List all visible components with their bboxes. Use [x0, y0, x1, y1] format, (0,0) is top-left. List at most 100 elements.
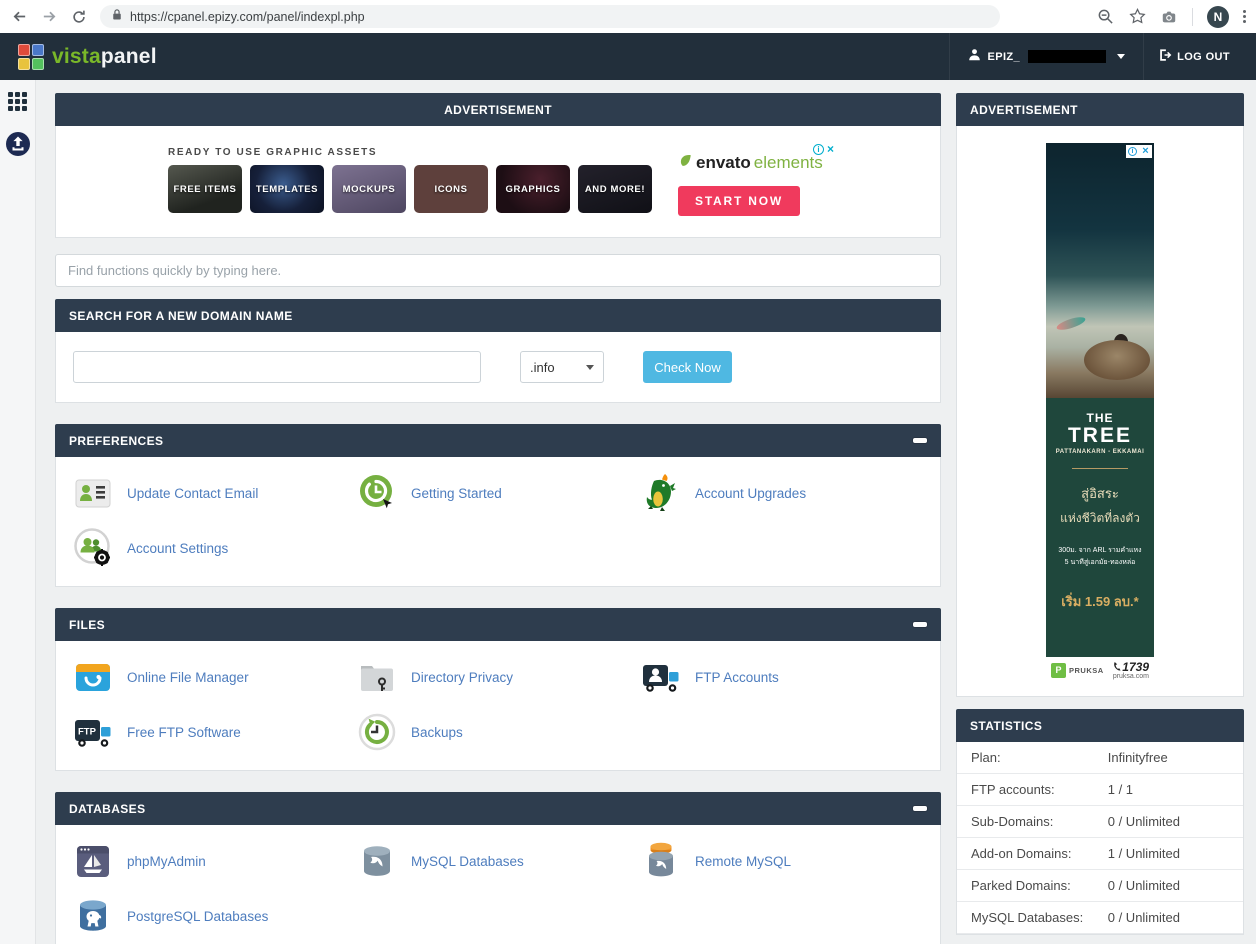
stats-row-sub-domains: Sub-Domains:0 / Unlimited [957, 806, 1243, 838]
collapse-minus-icon[interactable] [913, 622, 927, 627]
tile-mockups[interactable]: MOCKUPS [332, 165, 406, 213]
refresh-icon[interactable] [70, 8, 88, 26]
user-icon [968, 48, 981, 66]
item-postgresql-databases[interactable]: PostgreSQL Databases [72, 895, 356, 937]
screenshot-camera-icon[interactable] [1160, 8, 1178, 26]
user-menu[interactable]: EPIZ_ [949, 33, 1145, 80]
domain-name-input[interactable] [73, 351, 481, 383]
check-now-button[interactable]: Check Now [643, 351, 732, 383]
postgresql-elephant-icon [72, 895, 114, 937]
forward-icon[interactable] [40, 8, 58, 26]
stats-row-parked-domains: Parked Domains:0 / Unlimited [957, 870, 1243, 902]
apps-grid-icon[interactable] [8, 92, 27, 111]
profile-avatar[interactable]: N [1207, 6, 1229, 28]
item-phpmyadmin[interactable]: phpMyAdmin [72, 840, 356, 882]
pruksa-logo-icon: P [1051, 663, 1066, 678]
file-box-icon [72, 656, 114, 698]
banner-kicker: READY TO USE GRAPHIC ASSETS [168, 147, 652, 158]
stats-row-plan: Plan:Infinityfree [957, 742, 1243, 774]
preferences-header: PREFERENCES [55, 424, 941, 457]
ad-info-icon[interactable]: i [813, 144, 824, 155]
bookmark-star-icon[interactable] [1128, 8, 1146, 26]
back-icon[interactable] [10, 8, 28, 26]
tile-icons[interactable]: ICONS [414, 165, 488, 213]
preferences-section: PREFERENCES Update Contact Email Getting… [55, 424, 941, 587]
folder-key-icon [356, 656, 398, 698]
tld-selected-value: .info [530, 360, 555, 375]
phpmyadmin-sailboat-icon [72, 840, 114, 882]
username-prefix: EPIZ_ [988, 51, 1021, 63]
getting-started-icon [356, 472, 398, 514]
item-ftp-accounts[interactable]: FTP Accounts [640, 656, 924, 698]
databases-section: DATABASES phpMyAdmin MySQL Databases [55, 792, 941, 944]
item-backups[interactable]: Backups [356, 711, 640, 753]
item-mysql-databases[interactable]: MySQL Databases [356, 840, 640, 882]
pruksa-logo: P PRUKSA [1051, 663, 1104, 678]
mysql-cylinder-icon [356, 840, 398, 882]
brand-wordmark: vistapanel [52, 45, 157, 69]
nest-graphic [1084, 340, 1150, 380]
gold-divider [1072, 468, 1128, 469]
browser-menu-icon[interactable] [1243, 10, 1246, 23]
lock-icon [112, 8, 122, 26]
ad-phone-number: 1739 [1113, 661, 1149, 673]
feather-graphic [1055, 315, 1086, 333]
username-redaction-bar [1028, 50, 1106, 63]
tld-select[interactable]: .info [520, 351, 604, 383]
item-remote-mysql[interactable]: Remote MySQL [640, 840, 924, 882]
ad-close-icon[interactable]: × [827, 143, 834, 155]
statistics-header: STATISTICS [956, 709, 1244, 742]
ad-close-icon[interactable]: × [1139, 145, 1152, 158]
item-online-file-manager[interactable]: Online File Manager [72, 656, 356, 698]
tile-templates[interactable]: TEMPLATES [250, 165, 324, 213]
logout-button[interactable]: LOG OUT [1144, 33, 1244, 80]
logo-squares-icon [18, 44, 44, 70]
banner-tiles: FREE ITEMS TEMPLATES MOCKUPS ICONS GRAPH… [168, 165, 652, 213]
backup-clock-icon [356, 711, 398, 753]
property-ad-photo: i × [1046, 143, 1154, 398]
logout-label: LOG OUT [1177, 51, 1230, 63]
item-account-upgrades[interactable]: Account Upgrades [640, 472, 924, 514]
ad-info-icon[interactable]: i [1126, 145, 1139, 158]
upload-icon[interactable] [5, 131, 31, 162]
item-free-ftp-software[interactable]: FTP Free FTP Software [72, 711, 356, 753]
main-ad-panel: READY TO USE GRAPHIC ASSETS FREE ITEMS T… [55, 126, 941, 238]
domain-search-section: SEARCH FOR A NEW DOMAIN NAME .info Check… [55, 299, 941, 403]
domain-search-header: SEARCH FOR A NEW DOMAIN NAME [55, 299, 941, 332]
chevron-down-icon [1117, 54, 1125, 59]
tile-graphics[interactable]: GRAPHICS [496, 165, 570, 213]
url-bar[interactable]: https://cpanel.epizy.com/panel/indexpl.p… [100, 5, 1000, 28]
collapse-minus-icon[interactable] [913, 438, 927, 443]
zoom-out-icon[interactable] [1096, 8, 1114, 26]
logout-icon [1158, 48, 1172, 65]
envato-banner[interactable]: READY TO USE GRAPHIC ASSETS FREE ITEMS T… [168, 147, 828, 216]
start-now-button[interactable]: START NOW [678, 186, 800, 216]
tile-and-more[interactable]: AND MORE! [578, 165, 652, 213]
stats-row-ftp-accounts: FTP accounts:1 / 1 [957, 774, 1243, 806]
envato-logo[interactable]: envato elements [678, 153, 828, 173]
remote-mysql-cylinder-icon [640, 840, 682, 882]
files-header: FILES [55, 608, 941, 641]
svg-text:FTP: FTP [78, 727, 97, 738]
stats-row-mysql-databases: MySQL Databases:0 / Unlimited [957, 902, 1243, 934]
ad-website: pruksa.com [1113, 673, 1149, 680]
ftp-truck-person-icon [640, 656, 682, 698]
app-header: vistapanel EPIZ_ LOG OUT [0, 33, 1256, 80]
url-text: https://cpanel.epizy.com/panel/indexpl.p… [130, 10, 365, 24]
left-rail [0, 80, 36, 944]
tile-free-items[interactable]: FREE ITEMS [168, 165, 242, 213]
toolbar-divider [1192, 8, 1193, 26]
sidebar-ad-header: ADVERTISEMENT [956, 93, 1244, 126]
vistapanel-logo[interactable]: vistapanel [18, 44, 157, 70]
collapse-minus-icon[interactable] [913, 806, 927, 811]
item-account-settings[interactable]: Account Settings [72, 527, 356, 569]
item-getting-started[interactable]: Getting Started [356, 472, 640, 514]
sidebar-ad-panel: i × THE TREE PATTANAKARN - EKKAMAI สู่อิ… [956, 126, 1244, 697]
function-search-input[interactable] [55, 254, 941, 287]
ftp-truck-icon: FTP [72, 711, 114, 753]
item-update-contact-email[interactable]: Update Contact Email [72, 472, 356, 514]
stats-row-addon-domains: Add-on Domains:1 / Unlimited [957, 838, 1243, 870]
item-directory-privacy[interactable]: Directory Privacy [356, 656, 640, 698]
property-ad[interactable]: i × THE TREE PATTANAKARN - EKKAMAI สู่อิ… [1046, 143, 1154, 683]
adchoices-controls: i × [813, 143, 834, 155]
